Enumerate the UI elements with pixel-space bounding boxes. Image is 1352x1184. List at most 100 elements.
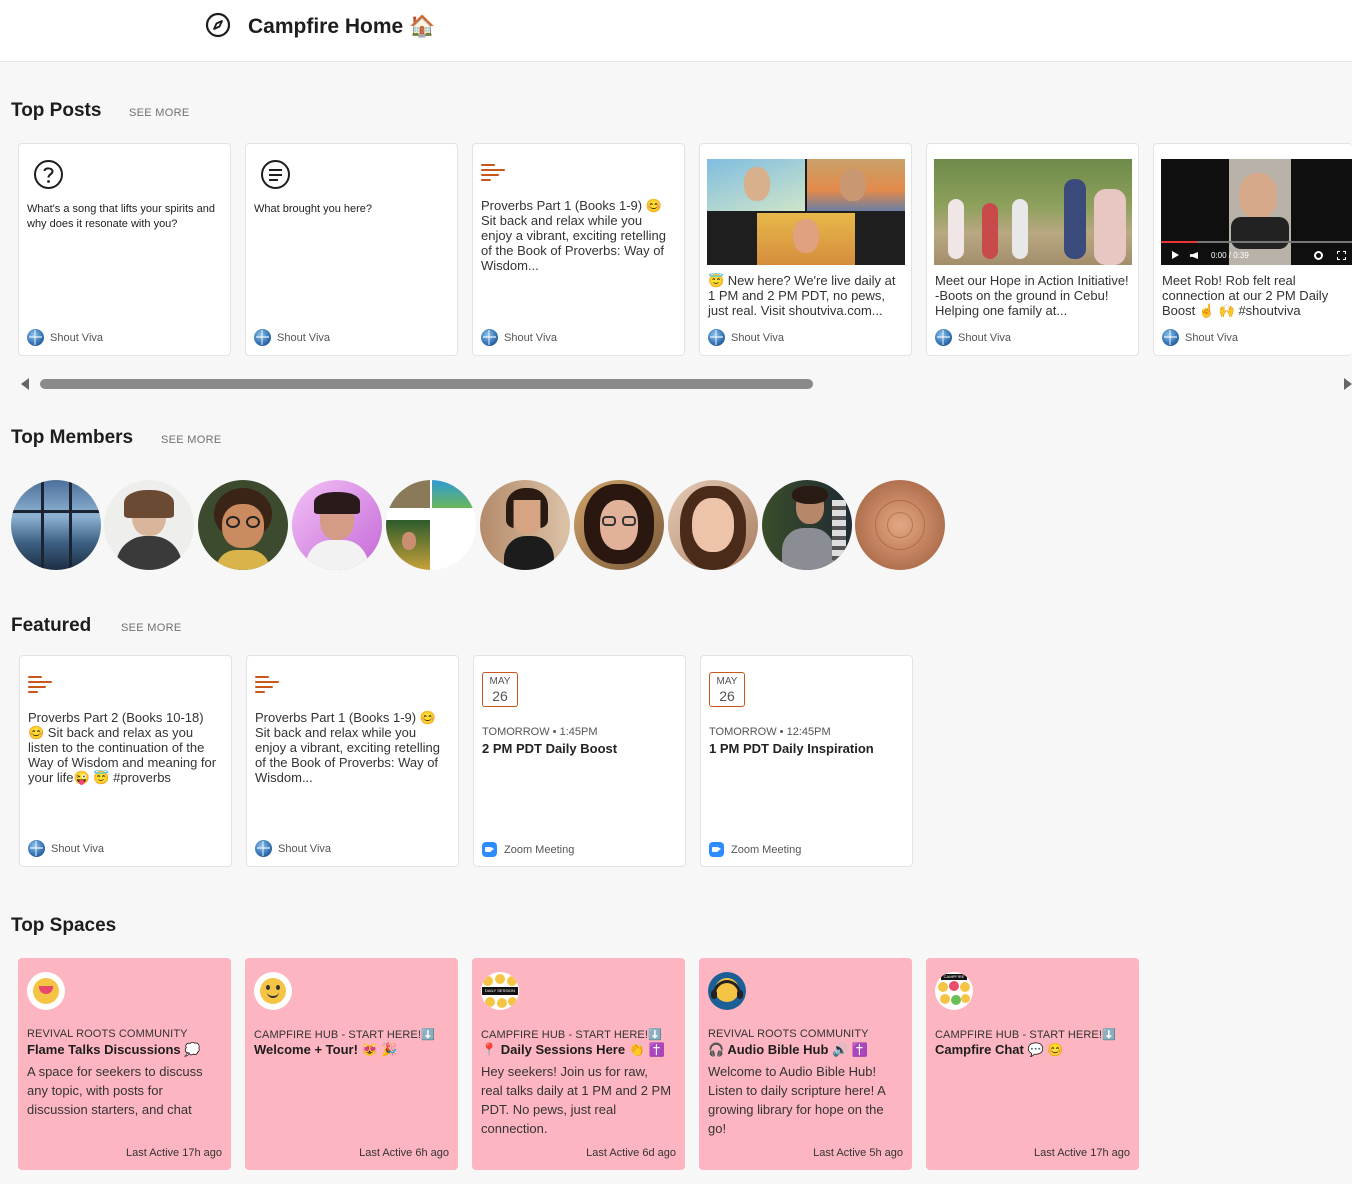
post-card[interactable]: What brought you here? Shout Viva [245, 143, 458, 356]
member-avatar[interactable] [480, 480, 570, 570]
event-card[interactable]: MAY 26 TOMORROW • 12:45PM 1 PM PDT Daily… [700, 655, 913, 867]
event-month: MAY [489, 676, 511, 687]
post-card[interactable]: Meet our Hope in Action Initiative! -Boo… [926, 143, 1139, 356]
space-card[interactable]: DAILY SESSION CAMPFIRE HUB - START HERE!… [472, 958, 685, 1170]
post-author[interactable]: Shout Viva [28, 840, 104, 857]
featured-heading: Featured [11, 615, 92, 636]
space-card[interactable]: CAMPFIRE CAMPFIRE HUB - START HERE!⬇️ Ca… [926, 958, 1139, 1170]
post-text: 😇 New here? We're live daily at 1 PM and… [708, 273, 896, 318]
space-logo [708, 972, 746, 1010]
globe-avatar-icon [255, 840, 272, 857]
member-avatar[interactable] [386, 480, 476, 570]
globe-avatar-icon [28, 840, 45, 857]
author-name: Shout Viva [51, 842, 105, 855]
post-text: Meet Rob! Rob felt real connection at ou… [1162, 273, 1329, 318]
space-category: CAMPFIRE HUB - START HERE!⬇️ [935, 1029, 1116, 1041]
member-avatar[interactable] [198, 480, 288, 570]
featured-text: Proverbs Part 1 (Books 1-9) 😊 Sit back a… [255, 710, 440, 785]
featured-text: Proverbs Part 2 (Books 10-18) 😊 Sit back… [28, 710, 217, 785]
fullscreen-icon[interactable] [1337, 251, 1346, 260]
event-source: Zoom Meeting [482, 842, 574, 857]
post-author[interactable]: Shout Viva [708, 329, 784, 346]
space-last-active: Last Active 17h ago [1033, 1147, 1130, 1159]
post-card[interactable]: 0:00 / 0:39 Meet Rob! Rob felt real conn… [1153, 143, 1352, 356]
member-avatar[interactable] [11, 480, 101, 570]
event-day: 26 [719, 688, 735, 704]
space-description: A space for seekers to discuss any topic… [27, 1064, 203, 1117]
compass-icon[interactable] [205, 12, 231, 38]
post-author[interactable]: Shout Viva [254, 329, 330, 346]
event-time: TOMORROW • 12:45PM [709, 726, 831, 738]
author-name: Shout Viva [958, 331, 1012, 344]
scroll-left-icon[interactable] [21, 378, 29, 390]
globe-avatar-icon [254, 329, 271, 346]
post-text: Meet our Hope in Action Initiative! -Boo… [935, 273, 1129, 318]
top-posts-see-more-link[interactable]: SEE MORE [129, 107, 189, 119]
space-card[interactable]: CAMPFIRE HUB - START HERE!⬇️ Welcome + T… [245, 958, 458, 1170]
space-last-active: Last Active 6h ago [359, 1147, 449, 1159]
video-thumbnail: 0:00 / 0:39 [1161, 159, 1352, 265]
question-icon [34, 160, 63, 189]
top-spaces-heading: Top Spaces [11, 915, 117, 936]
event-date: MAY 26 [482, 672, 518, 707]
member-avatar[interactable] [292, 480, 382, 570]
author-name: Shout Viva [1185, 331, 1239, 344]
featured-card[interactable]: Proverbs Part 2 (Books 10-18) 😊 Sit back… [19, 655, 232, 867]
space-description: Hey seekers! Join us for raw, real talks… [481, 1064, 672, 1136]
outreach-photo [934, 159, 1132, 265]
author-name: Shout Viva [50, 331, 104, 344]
member-avatar[interactable] [668, 480, 758, 570]
space-card[interactable]: REVIVAL ROOTS COMMUNITY 🎧 Audio Bible Hu… [699, 958, 912, 1170]
post-author[interactable]: Shout Viva [1162, 329, 1238, 346]
text-lines-icon [255, 676, 279, 696]
top-header: Campfire Home 🏠 [0, 0, 1352, 62]
author-name: Shout Viva [504, 331, 558, 344]
event-card[interactable]: MAY 26 TOMORROW • 1:45PM 2 PM PDT Daily … [473, 655, 686, 867]
globe-avatar-icon [1162, 329, 1179, 346]
top-posts-heading: Top Posts [11, 100, 102, 121]
space-category: REVIVAL ROOTS COMMUNITY [708, 1028, 869, 1040]
featured-card[interactable]: Proverbs Part 1 (Books 1-9) 😊 Sit back a… [246, 655, 459, 867]
zoom-icon [709, 842, 724, 857]
space-name: Campfire Chat 💬 😊 [935, 1042, 1064, 1057]
globe-avatar-icon [27, 329, 44, 346]
post-text: Proverbs Part 1 (Books 1-9) 😊 Sit back a… [481, 198, 666, 273]
event-source: Zoom Meeting [709, 842, 801, 857]
post-text: What brought you here? [254, 203, 373, 215]
space-name: Flame Talks Discussions 💭 [27, 1042, 201, 1057]
top-members-see-more-link[interactable]: SEE MORE [161, 434, 221, 446]
event-month: MAY [716, 676, 738, 687]
post-author[interactable]: Shout Viva [27, 329, 103, 346]
member-avatar[interactable] [104, 480, 194, 570]
featured-see-more-link[interactable]: SEE MORE [121, 622, 181, 634]
volume-icon[interactable] [1190, 252, 1198, 259]
scroll-right-icon[interactable] [1344, 378, 1352, 390]
space-logo [27, 972, 65, 1010]
space-logo-label: CAMPFIRE [941, 974, 967, 980]
space-logo: CAMPFIRE [935, 972, 973, 1010]
member-avatar[interactable] [855, 480, 945, 570]
space-name: 📍 Daily Sessions Here 👏 ✝️ [481, 1042, 665, 1057]
play-icon[interactable] [1172, 251, 1179, 259]
post-author[interactable]: Shout Viva [481, 329, 557, 346]
author-name: Shout Viva [277, 331, 331, 344]
settings-icon[interactable] [1314, 251, 1323, 260]
event-title: 2 PM PDT Daily Boost [482, 741, 618, 756]
post-card[interactable]: 😇 New here? We're live daily at 1 PM and… [699, 143, 912, 356]
post-card[interactable]: What's a song that lifts your spirits an… [18, 143, 231, 356]
scrollbar-thumb[interactable] [40, 379, 813, 389]
video-time: 0:00 / 0:39 [1211, 251, 1249, 260]
text-lines-icon [481, 164, 505, 184]
post-author[interactable]: Shout Viva [935, 329, 1011, 346]
post-card[interactable]: Proverbs Part 1 (Books 1-9) 😊 Sit back a… [472, 143, 685, 356]
video-call-thumbnail [707, 159, 905, 265]
speech-icon [261, 160, 290, 189]
member-avatar[interactable] [762, 480, 852, 570]
space-card[interactable]: REVIVAL ROOTS COMMUNITY Flame Talks Disc… [18, 958, 231, 1170]
member-avatar[interactable] [574, 480, 664, 570]
space-logo: DAILY SESSION [481, 972, 519, 1010]
horizontal-scrollbar[interactable] [18, 376, 1352, 392]
space-name: 🎧 Audio Bible Hub 🔊 ✝️ [708, 1042, 869, 1057]
event-day: 26 [492, 688, 508, 704]
post-author[interactable]: Shout Viva [255, 840, 331, 857]
